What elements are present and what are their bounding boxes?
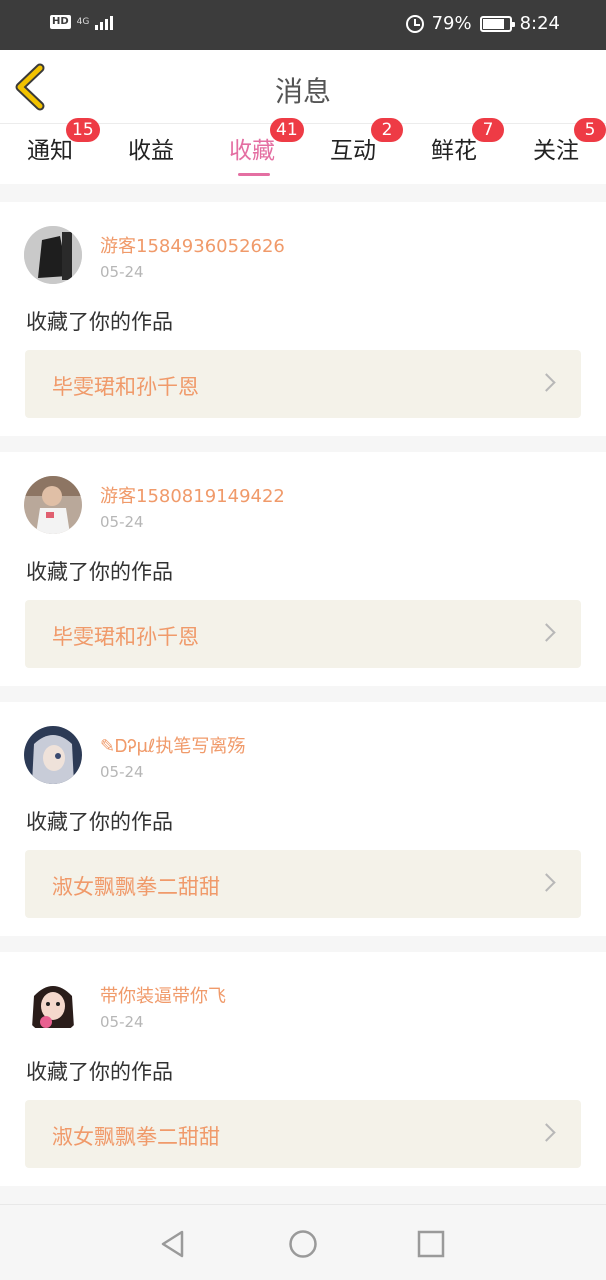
tab-badge: 15 — [66, 118, 100, 142]
work-link[interactable]: 淑女飘飘拳二甜甜 — [25, 850, 581, 918]
home-circle-icon[interactable] — [288, 1229, 318, 1259]
clock: 8:24 — [519, 13, 560, 34]
alarm-icon — [405, 14, 424, 33]
work-title: 毕雯珺和孙千恩 — [52, 375, 199, 399]
message-date: 05-24 — [100, 513, 144, 531]
work-link[interactable]: 毕雯珺和孙千恩 — [25, 350, 581, 418]
message-card: 游客1584936052626 05-24 收藏了你的作品 毕雯珺和孙千恩 — [0, 202, 606, 436]
message-card: ✎ᎠᎮμℓ执笔写离殇 05-24 收藏了你的作品 淑女飘飘拳二甜甜 — [0, 702, 606, 936]
tab-badge: 41 — [270, 118, 304, 142]
avatar[interactable] — [24, 976, 82, 1034]
tab-follows[interactable]: 关注 5 — [506, 118, 606, 184]
tab-favorites[interactable]: 收藏 41 — [202, 118, 304, 184]
action-text: 收藏了你的作品 — [26, 560, 173, 584]
recents-square-icon[interactable] — [416, 1229, 446, 1259]
work-title: 淑女飘飘拳二甜甜 — [52, 875, 220, 899]
message-date: 05-24 — [100, 763, 144, 781]
message-card: 游客1580819149422 05-24 收藏了你的作品 毕雯珺和孙千恩 — [0, 452, 606, 686]
header: 消息 — [0, 50, 606, 124]
chevron-right-icon — [537, 873, 556, 892]
signal-icon — [95, 14, 114, 30]
network-type: 4G — [76, 16, 90, 27]
action-text: 收藏了你的作品 — [26, 810, 173, 834]
avatar[interactable] — [24, 476, 82, 534]
username[interactable]: 带你装逼带你飞 — [100, 982, 226, 1008]
chevron-right-icon — [537, 623, 556, 642]
work-title: 淑女飘飘拳二甜甜 — [52, 1125, 220, 1149]
status-left: HD 4G — [50, 14, 114, 30]
status-bar: HD 4G 79% 8:24 — [0, 0, 606, 50]
tab-underline — [238, 173, 270, 176]
battery-percent: 79% — [431, 13, 472, 34]
battery-icon — [479, 15, 515, 32]
page-title: 消息 — [274, 75, 331, 108]
tab-earnings[interactable]: 收益 — [101, 124, 201, 184]
work-link[interactable]: 毕雯珺和孙千恩 — [25, 600, 581, 668]
navigation-bar — [0, 1204, 606, 1280]
action-text: 收藏了你的作品 — [26, 310, 173, 334]
action-text: 收藏了你的作品 — [26, 1060, 173, 1084]
tab-notifications[interactable]: 通知 15 — [0, 118, 100, 184]
tab-badge: 5 — [574, 118, 606, 142]
work-title: 毕雯珺和孙千恩 — [52, 625, 199, 649]
message-date: 05-24 — [100, 263, 144, 281]
avatar[interactable] — [24, 226, 82, 284]
back-triangle-icon[interactable] — [158, 1229, 188, 1259]
hd-badge: HD — [50, 15, 71, 29]
tab-bar: 通知 15 收益 收藏 41 互动 2 鲜花 7 关注 5 — [0, 118, 606, 184]
chevron-right-icon — [537, 373, 556, 392]
avatar[interactable] — [24, 726, 82, 784]
work-link[interactable]: 淑女飘飘拳二甜甜 — [25, 1100, 581, 1168]
message-date: 05-24 — [100, 1013, 144, 1031]
username[interactable]: ✎ᎠᎮμℓ执笔写离殇 — [100, 732, 245, 758]
tab-label: 收益 — [128, 138, 174, 164]
tab-badge: 2 — [371, 118, 403, 142]
chevron-right-icon — [537, 1123, 556, 1142]
tab-interactions[interactable]: 互动 2 — [303, 118, 403, 184]
username[interactable]: 游客1584936052626 — [100, 232, 285, 258]
status-right: 79% 8:24 — [405, 13, 560, 34]
username[interactable]: 游客1580819149422 — [100, 482, 285, 508]
tab-badge: 7 — [472, 118, 504, 142]
message-card: 带你装逼带你飞 05-24 收藏了你的作品 淑女飘飘拳二甜甜 — [0, 952, 606, 1186]
tab-flowers[interactable]: 鲜花 7 — [404, 118, 504, 184]
